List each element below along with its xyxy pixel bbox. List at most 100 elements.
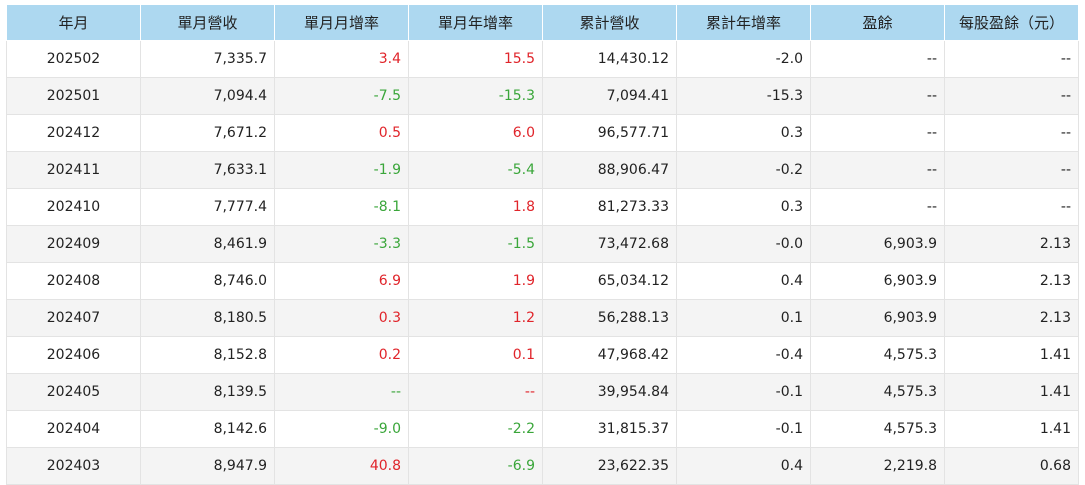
column-header-cumulative-revenue: 累計營收 <box>542 4 677 41</box>
cell-month: 202405 <box>6 373 141 411</box>
cell-cumulative-revenue: 14,430.12 <box>542 40 677 78</box>
cell-month: 202404 <box>6 410 141 448</box>
column-header-yoy-growth: 單月年增率 <box>408 4 543 41</box>
cell-yoy-growth: 15.5 <box>408 40 543 78</box>
cell-cumulative-revenue: 56,288.13 <box>542 299 677 337</box>
cell-yoy-growth: 1.8 <box>408 188 543 226</box>
cell-mom-growth: 0.5 <box>274 114 409 152</box>
cell-earnings: -- <box>810 188 945 226</box>
cell-mom-growth: 0.3 <box>274 299 409 337</box>
cell-cumulative-revenue: 81,273.33 <box>542 188 677 226</box>
cell-monthly-revenue: 7,633.1 <box>140 151 275 189</box>
cell-earnings: -- <box>810 77 945 115</box>
cell-monthly-revenue: 8,461.9 <box>140 225 275 263</box>
cell-month: 202502 <box>6 40 141 78</box>
cell-cumulative-revenue: 47,968.42 <box>542 336 677 374</box>
cell-month: 202411 <box>6 151 141 189</box>
cell-cumulative-revenue: 7,094.41 <box>542 77 677 115</box>
cell-monthly-revenue: 7,094.4 <box>140 77 275 115</box>
cell-cumulative-revenue: 39,954.84 <box>542 373 677 411</box>
cell-earnings: 2,219.8 <box>810 447 945 485</box>
cell-cumulative-yoy: -0.0 <box>676 225 811 263</box>
cell-cumulative-yoy: 0.1 <box>676 299 811 337</box>
cell-yoy-growth: -6.9 <box>408 447 543 485</box>
cell-cumulative-yoy: -0.2 <box>676 151 811 189</box>
cell-eps: 1.41 <box>944 373 1079 411</box>
cell-mom-growth: 3.4 <box>274 40 409 78</box>
cell-cumulative-revenue: 31,815.37 <box>542 410 677 448</box>
cell-yoy-growth: -1.5 <box>408 225 543 263</box>
cell-monthly-revenue: 7,335.7 <box>140 40 275 78</box>
cell-eps: 1.41 <box>944 410 1079 448</box>
cell-cumulative-revenue: 73,472.68 <box>542 225 677 263</box>
cell-eps: 0.68 <box>944 447 1079 485</box>
cell-monthly-revenue: 8,142.6 <box>140 410 275 448</box>
cell-month: 202406 <box>6 336 141 374</box>
table-row: 202406 8,152.8 0.2 0.1 47,968.42 -0.4 4,575.3 1… <box>6 336 1079 374</box>
cell-earnings: 6,903.9 <box>810 225 945 263</box>
cell-cumulative-yoy: -2.0 <box>676 40 811 78</box>
column-header-monthly-revenue: 單月營收 <box>140 4 275 41</box>
cell-mom-growth: 40.8 <box>274 447 409 485</box>
table-row: 202404 8,142.6 -9.0 -2.2 31,815.37 -0.1 4,575.… <box>6 410 1079 448</box>
cell-earnings: -- <box>810 151 945 189</box>
cell-monthly-revenue: 8,180.5 <box>140 299 275 337</box>
cell-yoy-growth: 0.1 <box>408 336 543 374</box>
cell-eps: -- <box>944 151 1079 189</box>
cell-mom-growth: -7.5 <box>274 77 409 115</box>
table-row: 202409 8,461.9 -3.3 -1.5 73,472.68 -0.0 6,903.… <box>6 225 1079 263</box>
cell-cumulative-yoy: -0.4 <box>676 336 811 374</box>
cell-monthly-revenue: 8,947.9 <box>140 447 275 485</box>
cell-cumulative-revenue: 65,034.12 <box>542 262 677 300</box>
cell-monthly-revenue: 8,746.0 <box>140 262 275 300</box>
cell-month: 202501 <box>6 77 141 115</box>
revenue-table-container: 年月 單月營收 單月月增率 單月年增率 累計營收 累計年增率 盈餘 每股盈餘（元… <box>6 4 1079 485</box>
cell-month: 202412 <box>6 114 141 152</box>
cell-cumulative-yoy: -0.1 <box>676 373 811 411</box>
monthly-revenue-table: 年月 單月營收 單月月增率 單月年增率 累計營收 累計年增率 盈餘 每股盈餘（元… <box>6 4 1079 485</box>
cell-cumulative-yoy: 0.4 <box>676 262 811 300</box>
cell-cumulative-yoy: 0.4 <box>676 447 811 485</box>
column-header-cumulative-yoy: 累計年增率 <box>676 4 811 41</box>
cell-mom-growth: -3.3 <box>274 225 409 263</box>
column-header-month: 年月 <box>6 4 141 41</box>
table-row: 202408 8,746.0 6.9 1.9 65,034.12 0.4 6,903.9 2.… <box>6 262 1079 300</box>
cell-yoy-growth: -5.4 <box>408 151 543 189</box>
header-row: 年月 單月營收 單月月增率 單月年增率 累計營收 累計年增率 盈餘 每股盈餘（元… <box>6 4 1079 41</box>
cell-eps: 2.13 <box>944 262 1079 300</box>
cell-yoy-growth: 1.9 <box>408 262 543 300</box>
cell-mom-growth: -1.9 <box>274 151 409 189</box>
cell-earnings: 6,903.9 <box>810 299 945 337</box>
column-header-earnings: 盈餘 <box>810 4 945 41</box>
table-body: 202502 7,335.7 3.4 15.5 14,430.12 -2.0 -- -- 202… <box>6 40 1079 485</box>
cell-monthly-revenue: 7,671.2 <box>140 114 275 152</box>
table-row: 202405 8,139.5 -- -- 39,954.84 -0.1 4,575.3 1.4… <box>6 373 1079 411</box>
cell-monthly-revenue: 8,152.8 <box>140 336 275 374</box>
cell-cumulative-yoy: -0.1 <box>676 410 811 448</box>
cell-earnings: 6,903.9 <box>810 262 945 300</box>
table-row: 202411 7,633.1 -1.9 -5.4 88,906.47 -0.2 -- -- <box>6 151 1079 189</box>
cell-earnings: 4,575.3 <box>810 373 945 411</box>
table-row: 202403 8,947.9 40.8 -6.9 23,622.35 0.4 2,219.8… <box>6 447 1079 485</box>
cell-earnings: 4,575.3 <box>810 410 945 448</box>
cell-eps: -- <box>944 114 1079 152</box>
cell-eps: 1.41 <box>944 336 1079 374</box>
column-header-eps: 每股盈餘（元） <box>944 4 1079 41</box>
cell-earnings: -- <box>810 40 945 78</box>
cell-mom-growth: -9.0 <box>274 410 409 448</box>
cell-cumulative-revenue: 23,622.35 <box>542 447 677 485</box>
table-row: 202407 8,180.5 0.3 1.2 56,288.13 0.1 6,903.9 2.… <box>6 299 1079 337</box>
cell-eps: 2.13 <box>944 299 1079 337</box>
cell-cumulative-revenue: 88,906.47 <box>542 151 677 189</box>
cell-eps: 2.13 <box>944 225 1079 263</box>
cell-mom-growth: -- <box>274 373 409 411</box>
cell-monthly-revenue: 8,139.5 <box>140 373 275 411</box>
cell-yoy-growth: -15.3 <box>408 77 543 115</box>
cell-yoy-growth: 6.0 <box>408 114 543 152</box>
cell-cumulative-yoy: -15.3 <box>676 77 811 115</box>
cell-cumulative-yoy: 0.3 <box>676 114 811 152</box>
cell-month: 202403 <box>6 447 141 485</box>
cell-month: 202410 <box>6 188 141 226</box>
cell-mom-growth: 0.2 <box>274 336 409 374</box>
cell-month: 202409 <box>6 225 141 263</box>
